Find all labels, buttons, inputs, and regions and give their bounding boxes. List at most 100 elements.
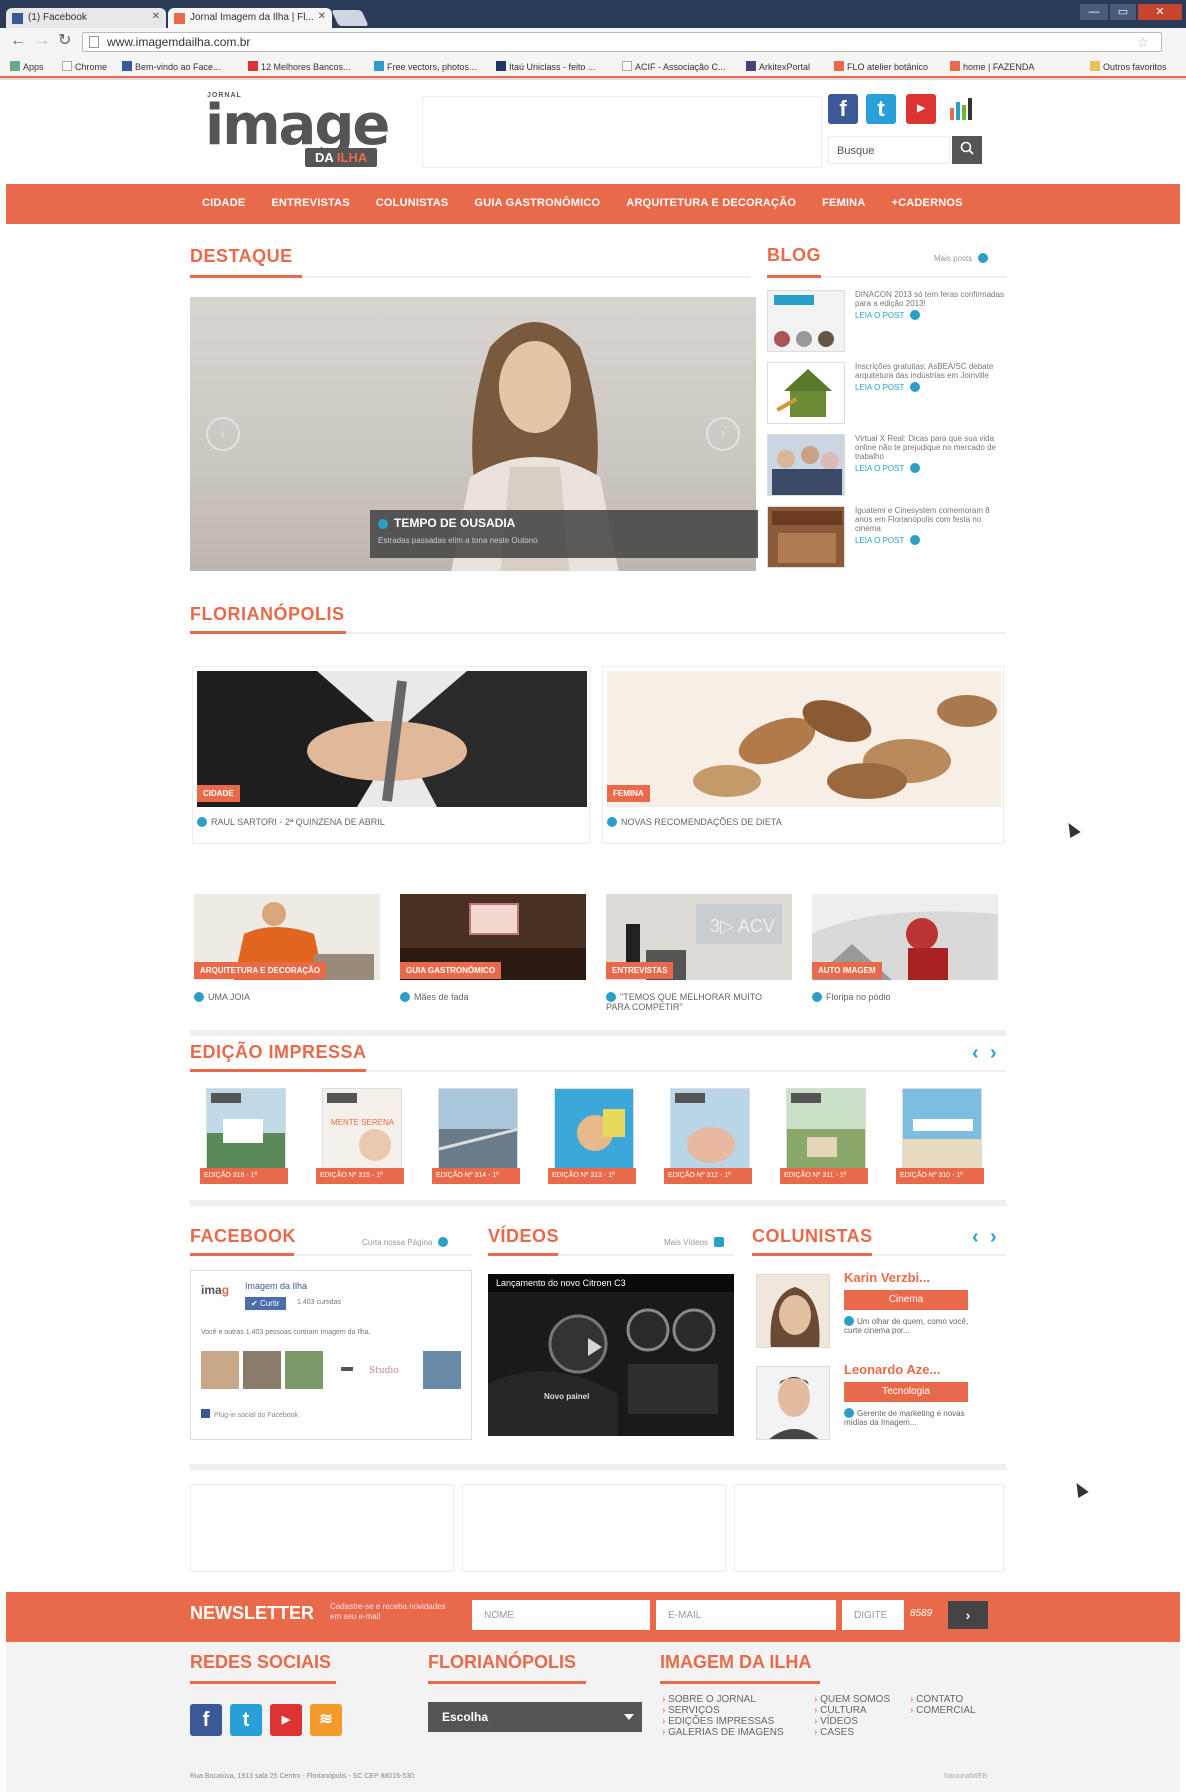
read-post-link[interactable]: LEIA O POST bbox=[855, 535, 1005, 545]
small-card[interactable]: GUIA GASTRONÔMICO Mães de fada bbox=[398, 892, 590, 1012]
youtube-icon[interactable]: ▶ bbox=[270, 1704, 302, 1736]
slider-next-button[interactable]: › bbox=[706, 417, 740, 451]
url-field[interactable]: www.imagemdailha.com.br ☆ bbox=[82, 32, 1162, 52]
reload-icon[interactable]: ↻ bbox=[58, 33, 71, 49]
edition-item[interactable]: EDIÇÃO Nº 314 - 1ª bbox=[432, 1088, 520, 1188]
read-post-link[interactable]: LEIA O POST bbox=[855, 463, 1005, 473]
feature-card[interactable]: CIDADE RAUL SARTORI - 2ª QUINZENA DE ABR… bbox=[192, 666, 590, 844]
columnist-excerpt[interactable]: Gerente de marketing e novas mídias da I… bbox=[844, 1408, 984, 1427]
card-tag[interactable]: CIDADE bbox=[197, 785, 240, 802]
back-icon[interactable]: ← bbox=[10, 33, 26, 49]
bookmark-item[interactable]: Free vectors, photos... bbox=[374, 61, 477, 72]
newsletter-captcha-input[interactable]: DIGITE bbox=[842, 1600, 904, 1630]
footer-link[interactable]: EDIÇÕES IMPRESSAS bbox=[662, 1716, 784, 1727]
footer-link[interactable]: CASES bbox=[814, 1727, 890, 1738]
fb-page-name[interactable]: Imagem da Ilha bbox=[245, 1281, 307, 1291]
card-tag[interactable]: ENTREVISTAS bbox=[606, 962, 674, 979]
close-tab-icon[interactable]: ✕ bbox=[318, 11, 326, 22]
close-window-button[interactable]: ✕ bbox=[1138, 4, 1182, 20]
nav-femina[interactable]: FEMINA bbox=[822, 197, 865, 209]
blog-more-link[interactable]: Mais posts bbox=[934, 253, 989, 263]
maximize-button[interactable]: ▭ bbox=[1110, 4, 1136, 20]
small-card[interactable]: AUTO IMAGEM Floripa no pódio bbox=[810, 892, 1002, 1012]
edicao-next-button[interactable]: › bbox=[990, 1042, 997, 1065]
card-caption[interactable]: RAUL SARTORI - 2ª QUINZENA DE ABRIL bbox=[197, 817, 385, 827]
facebook-icon[interactable]: f bbox=[190, 1704, 222, 1736]
edition-item[interactable]: EDIÇÃO Nº 311 - 1ª bbox=[780, 1088, 868, 1188]
bookmark-apps[interactable]: Apps bbox=[10, 61, 44, 72]
nav-arquitetura[interactable]: ARQUITETURA E DECORAÇÃO bbox=[626, 197, 796, 209]
florianopolis-select[interactable]: Escolha bbox=[428, 1702, 642, 1732]
edition-item[interactable]: MENTE SERENA EDIÇÃO Nº 315 - 1ª bbox=[316, 1088, 404, 1188]
bookmark-item[interactable]: 12 Melhores Bancos... bbox=[248, 61, 351, 72]
colunistas-prev-button[interactable]: ‹ bbox=[972, 1226, 979, 1249]
nav-colunistas[interactable]: COLUNISTAS bbox=[376, 197, 449, 209]
columnist-photo[interactable] bbox=[756, 1366, 830, 1440]
bookmark-star-icon[interactable]: ☆ bbox=[1136, 34, 1149, 51]
colunistas-next-button[interactable]: › bbox=[990, 1226, 997, 1249]
search-button[interactable] bbox=[952, 136, 982, 164]
fb-like-button[interactable]: ✔ Curtir bbox=[245, 1297, 286, 1310]
columnist-name[interactable]: Karin Verzbi... bbox=[844, 1270, 930, 1285]
edition-item[interactable]: EDIÇÃO Nº 310 - 1ª bbox=[896, 1088, 984, 1188]
search-input[interactable]: Busque bbox=[828, 136, 950, 164]
nav-guia-gastronomico[interactable]: GUIA GASTRONÔMICO bbox=[474, 197, 600, 209]
footer-credit[interactable]: NacionalWEB bbox=[944, 1773, 987, 1780]
rss-icon[interactable]: ≋ bbox=[310, 1704, 342, 1736]
hero-caption[interactable]: TEMPO DE OUSADIA Estradas passadas elim … bbox=[370, 510, 758, 558]
footer-link[interactable]: COMERCIAL bbox=[910, 1705, 975, 1716]
card-caption[interactable]: "TEMOS QUE MELHORAR MUITO PARA COMPETIR" bbox=[606, 992, 786, 1012]
site-logo[interactable]: JORNAL image DA ILHA bbox=[205, 92, 405, 168]
newsletter-name-input[interactable]: NOME bbox=[472, 1600, 650, 1630]
twitter-icon[interactable]: t bbox=[866, 94, 896, 124]
newsletter-email-input[interactable]: E-MAIL bbox=[656, 1600, 836, 1630]
twitter-icon[interactable]: t bbox=[230, 1704, 262, 1736]
blog-post[interactable]: Inscrições gratuitas: AsBEA/SC debate ar… bbox=[767, 362, 1007, 428]
facebook-like-page-link[interactable]: Curta nossa Página bbox=[362, 1237, 449, 1247]
bookmark-item[interactable]: home | FAZENDA bbox=[950, 61, 1034, 72]
edition-item[interactable]: EDIÇÃO 316 - 1ª bbox=[200, 1088, 288, 1188]
card-tag[interactable]: ARQUITETURA E DECORAÇÃO bbox=[194, 962, 327, 979]
slider-prev-button[interactable]: ‹ bbox=[206, 417, 240, 451]
bookmark-item[interactable]: Chrome bbox=[62, 61, 107, 72]
read-post-link[interactable]: LEIA O POST bbox=[855, 310, 1005, 320]
edicao-prev-button[interactable]: ‹ bbox=[972, 1042, 979, 1065]
card-tag[interactable]: GUIA GASTRONÔMICO bbox=[400, 962, 502, 979]
card-tag[interactable]: AUTO IMAGEM bbox=[812, 962, 882, 979]
card-tag[interactable]: FEMINA bbox=[607, 785, 650, 802]
columnist-photo[interactable] bbox=[756, 1274, 830, 1348]
feature-card[interactable]: FEMINA NOVAS RECOMENDAÇÕES DE DIETA bbox=[602, 666, 1004, 844]
footer-link[interactable]: CULTURA bbox=[814, 1705, 890, 1716]
footer-link[interactable]: VÍDEOS bbox=[814, 1716, 890, 1727]
bookmark-item[interactable]: Itaú Uniclass - feito ... bbox=[496, 61, 596, 72]
more-videos-link[interactable]: Mais Vídeos bbox=[664, 1237, 725, 1247]
edition-item[interactable]: EDIÇÃO Nº 312 - 1ª bbox=[664, 1088, 752, 1188]
minimize-button[interactable]: — bbox=[1080, 4, 1108, 20]
forward-icon[interactable]: → bbox=[34, 33, 50, 49]
newsletter-submit-button[interactable]: › bbox=[948, 1601, 988, 1629]
video-player[interactable]: Lançamento do novo Citroen C3 Novo paine… bbox=[488, 1274, 734, 1436]
columnist-name[interactable]: Leonardo Aze... bbox=[844, 1362, 940, 1377]
nav-cidade[interactable]: CIDADE bbox=[202, 197, 245, 209]
footer-link[interactable]: QUEM SOMOS bbox=[814, 1694, 890, 1705]
small-card[interactable]: 3▷ ACV ENTREVISTAS "TEMOS QUE MELHORAR M… bbox=[604, 892, 796, 1022]
footer-link[interactable]: GALERIAS DE IMAGENS bbox=[662, 1727, 784, 1738]
footer-link[interactable]: SOBRE O JORNAL bbox=[662, 1694, 784, 1705]
card-caption[interactable]: NOVAS RECOMENDAÇÕES DE DIETA bbox=[607, 817, 782, 827]
facebook-icon[interactable]: f bbox=[828, 94, 858, 124]
play-icon[interactable] bbox=[588, 1338, 602, 1356]
footer-link[interactable]: SERVIÇOS bbox=[662, 1705, 784, 1716]
columnist-category-button[interactable]: Cinema bbox=[844, 1290, 968, 1310]
bookmark-item[interactable]: ArkitexPortal bbox=[746, 61, 810, 72]
read-post-link[interactable]: LEIA O POST bbox=[855, 382, 1005, 392]
card-caption[interactable]: Floripa no pódio bbox=[812, 992, 891, 1002]
tab-facebook[interactable]: (1) Facebook ✕ bbox=[6, 8, 166, 28]
edition-item[interactable]: EDIÇÃO Nº 313 - 1ª bbox=[548, 1088, 636, 1188]
bookmark-item[interactable]: Bem-vindo ao Face... bbox=[122, 61, 221, 72]
blog-post[interactable]: DINACON 2013 só tem feras confirmadas pa… bbox=[767, 290, 1007, 356]
stats-icon[interactable] bbox=[946, 94, 976, 124]
columnist-category-button[interactable]: Tecnologia bbox=[844, 1382, 968, 1402]
card-caption[interactable]: Mães de fada bbox=[400, 992, 469, 1002]
footer-link[interactable]: CONTATO bbox=[910, 1694, 976, 1705]
blog-post[interactable]: Virtual X Real: Dicas para que sua vida … bbox=[767, 434, 1007, 500]
